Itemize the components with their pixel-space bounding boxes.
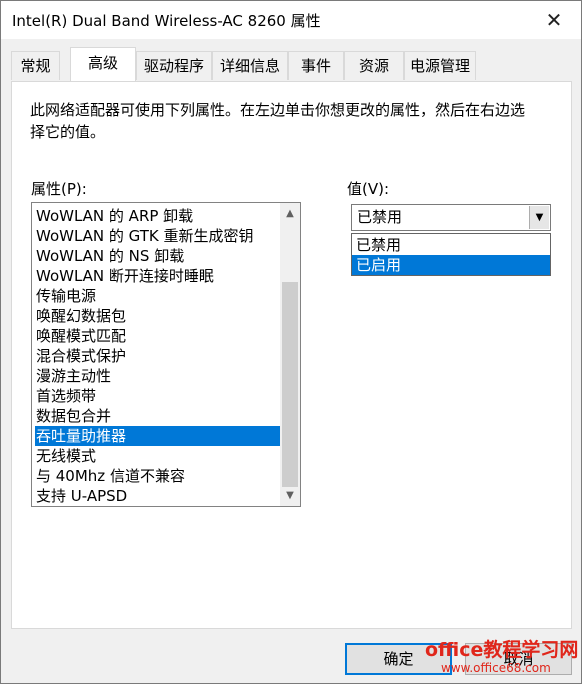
title-bar: Intel(R) Dual Band Wireless-AC 8260 属性 ✕ — [1, 1, 581, 39]
tab-events[interactable]: 事件 — [288, 51, 344, 80]
list-item[interactable]: WoWLAN 的 GTK 重新生成密钥 — [35, 226, 254, 246]
property-label: 属性(P): — [31, 180, 87, 198]
listbox-scrollbar[interactable]: ▲ ▼ — [280, 203, 300, 506]
close-icon[interactable]: ✕ — [541, 7, 567, 33]
scroll-down-icon[interactable]: ▼ — [280, 487, 300, 504]
scroll-thumb[interactable] — [282, 282, 298, 487]
value-option-highlighted[interactable]: 已启用 — [352, 255, 550, 275]
list-item[interactable]: 数据包合并 — [35, 406, 111, 426]
value-option[interactable]: 已禁用 — [352, 235, 550, 255]
list-item[interactable]: 传输电源 — [35, 286, 96, 306]
chevron-down-icon[interactable]: ▼ — [529, 206, 549, 229]
list-item[interactable]: 混合模式保护 — [35, 346, 126, 366]
value-select-current: 已禁用 — [357, 208, 403, 226]
property-listbox[interactable]: WoWLAN 的 ARP 卸载 WoWLAN 的 GTK 重新生成密钥 WoWL… — [31, 202, 301, 507]
list-item[interactable]: 漫游主动性 — [35, 366, 111, 386]
list-item[interactable]: WoWLAN 的 ARP 卸载 — [35, 206, 193, 226]
value-select[interactable]: 已禁用 ▼ — [351, 204, 551, 231]
list-item[interactable]: WoWLAN 的 NS 卸载 — [35, 246, 184, 266]
tab-advanced[interactable]: 高级 — [70, 47, 136, 81]
tab-power-management[interactable]: 电源管理 — [404, 51, 476, 80]
list-item-selected[interactable]: 吞吐量助推器 — [35, 426, 280, 446]
list-item[interactable]: WoWLAN 断开连接时睡眠 — [35, 266, 214, 286]
list-item[interactable]: 支持 U-APSD — [35, 486, 127, 506]
watermark-brand: office教程学习网 — [425, 639, 579, 661]
list-item[interactable]: 首选频带 — [35, 386, 96, 406]
watermark: office教程学习网 www.office68.com — [421, 633, 581, 685]
tab-driver[interactable]: 驱动程序 — [136, 51, 212, 80]
window-title: Intel(R) Dual Band Wireless-AC 8260 属性 — [12, 12, 321, 30]
list-item[interactable]: 唤醒模式匹配 — [35, 326, 126, 346]
list-item[interactable]: 与 40Mhz 信道不兼容 — [35, 466, 185, 486]
description-text: 此网络适配器可使用下列属性。在左边单击你想更改的属性，然后在右边选择它的值。 — [30, 101, 526, 141]
tab-details[interactable]: 详细信息 — [212, 51, 288, 80]
scroll-up-icon[interactable]: ▲ — [280, 205, 300, 222]
list-item[interactable]: 无线模式 — [35, 446, 96, 466]
value-label: 值(V): — [347, 180, 390, 198]
tab-resources[interactable]: 资源 — [344, 51, 404, 80]
properties-dialog: Intel(R) Dual Band Wireless-AC 8260 属性 ✕… — [0, 0, 582, 684]
list-item[interactable]: 唤醒幻数据包 — [35, 306, 126, 326]
value-dropdown-list: 已禁用 已启用 — [351, 233, 551, 276]
tab-general[interactable]: 常规 — [11, 51, 60, 80]
watermark-url: www.office68.com — [441, 661, 551, 675]
